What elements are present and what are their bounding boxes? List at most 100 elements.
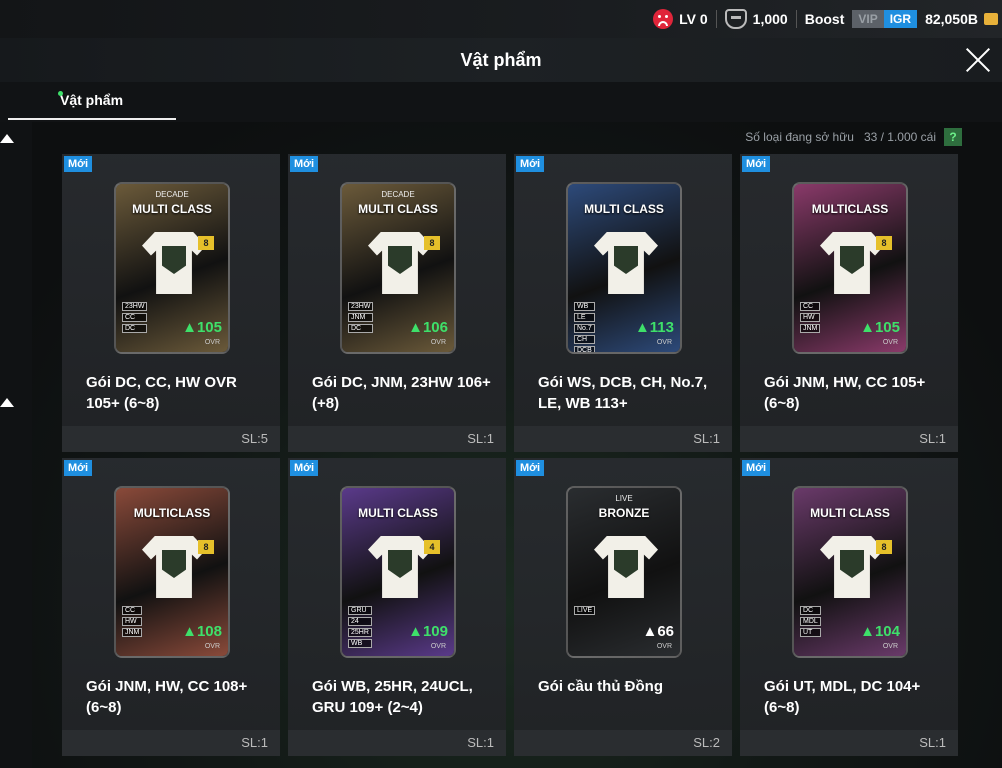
item-card[interactable]: Mới MULTI CLASS WBLENo.7CHDCBWS ▲113 OVR… xyxy=(514,154,732,452)
position-tags: LIVE xyxy=(574,606,596,615)
item-card[interactable]: Mới LIVE BRONZE LIVE ▲66 OVR Gói cầu thủ… xyxy=(514,458,732,756)
owned-count: Số loại đang sở hữu 33 / 1.000 cái xyxy=(745,130,936,144)
position-tag: JNM xyxy=(348,313,374,322)
item-quantity: SL:1 xyxy=(288,426,506,452)
item-card[interactable]: Mới MULTICLASS 8 CC HW JNM ▲108 OVR Gói JN… xyxy=(62,458,280,756)
position-tag: DC xyxy=(800,606,821,615)
new-badge: Mới xyxy=(290,156,319,172)
new-badge: Mới xyxy=(742,156,771,172)
pack-image: MULTICLASS 8 CC HW JNM ▲105 OVR xyxy=(792,182,908,354)
item-name: Gói JNM, HW, CC 105+ (6~8) xyxy=(764,374,926,412)
item-name: Gói cầu thủ Đồng xyxy=(538,678,663,695)
divider xyxy=(795,10,797,28)
pack-image: MULTI CLASS 8 DC MDL UT ▲104 OVR xyxy=(792,486,908,658)
position-tag: LIVE xyxy=(574,606,596,615)
item-card[interactable]: Mới DECADE MULTI CLASS 8 23HW CC DC ▲105 O… xyxy=(62,154,280,452)
position-tags: 23HW JNM DC xyxy=(348,302,374,333)
ovr-value: ▲106 xyxy=(408,319,448,336)
pack-label: MULTICLASS xyxy=(133,506,211,520)
currency1-amount: 1,000 xyxy=(752,11,788,27)
pack-subtitle: DECADE xyxy=(155,190,189,199)
item-name: Gói WS, DCB, CH, No.7, LE, WB 113+ xyxy=(538,374,708,412)
scroll-up-icon[interactable] xyxy=(0,134,14,143)
owned-label: Số loại đang sở hữu xyxy=(745,130,854,144)
position-tag: LE xyxy=(574,313,595,322)
pack-label: MULTI CLASS xyxy=(132,202,212,216)
ovr-label: OVR xyxy=(204,339,220,346)
position-tag: MDL xyxy=(800,617,821,626)
scroll-up-icon[interactable] xyxy=(0,398,14,407)
new-badge: Mới xyxy=(516,156,545,172)
item-quantity: SL:1 xyxy=(288,730,506,756)
position-tags: GRU 24 25HR WB xyxy=(348,606,372,648)
dialog-header: Vật phẩm xyxy=(0,38,1002,82)
position-tag: 24 xyxy=(348,617,372,626)
new-badge: Mới xyxy=(290,460,319,476)
mask-icon xyxy=(724,9,747,29)
vip-badge: VIP xyxy=(852,10,884,28)
item-card[interactable]: Mới MULTICLASS 8 CC HW JNM ▲105 OVR Gói JN… xyxy=(740,154,958,452)
position-tag: DC xyxy=(122,324,148,333)
grade-badge: 8 xyxy=(876,540,892,554)
boost-label[interactable]: Boost xyxy=(805,11,845,27)
ovr-label: OVR xyxy=(882,339,898,346)
igr-badge: IGR xyxy=(883,10,918,28)
position-tags: CC HW JNM xyxy=(122,606,143,637)
item-quantity: SL:2 xyxy=(514,730,732,756)
pack-image: MULTI CLASS 4 GRU 24 25HR WB ▲109 OVR xyxy=(340,486,456,658)
pack-subtitle: LIVE xyxy=(615,494,633,503)
item-name: Gói DC, JNM, 23HW 106+ (+8) xyxy=(312,374,491,412)
sad-face-icon xyxy=(653,9,674,29)
position-tag: CC xyxy=(122,606,143,615)
ovr-label: OVR xyxy=(430,643,446,650)
ovr-value: ▲105 xyxy=(182,319,222,336)
tab-items[interactable]: Vật phẩm xyxy=(8,82,176,120)
item-name: Gói JNM, HW, CC 108+ (6~8) xyxy=(86,678,248,716)
close-icon[interactable] xyxy=(962,44,994,76)
pack-image: DECADE MULTI CLASS 8 23HW CC DC ▲105 OVR xyxy=(114,182,230,354)
grade-badge: 8 xyxy=(198,540,214,554)
position-tag: CC xyxy=(800,302,821,311)
pack-subtitle: DECADE xyxy=(381,190,415,199)
position-tag: HW xyxy=(122,617,143,626)
ovr-value: ▲109 xyxy=(408,623,448,640)
ovr-label: OVR xyxy=(204,643,220,650)
item-quantity: SL:1 xyxy=(514,426,732,452)
ovr-value: ▲104 xyxy=(860,623,900,640)
pack-label: MULTI CLASS xyxy=(810,506,890,520)
currency2-amount: 82,050B xyxy=(925,11,978,27)
item-card[interactable]: Mới MULTI CLASS 4 GRU 24 25HR WB ▲109 OVR G… xyxy=(288,458,506,756)
new-badge: Mới xyxy=(516,460,545,476)
pack-label: MULTI CLASS xyxy=(584,202,664,216)
position-tag: DCB xyxy=(574,346,595,352)
pack-image: MULTICLASS 8 CC HW JNM ▲108 OVR xyxy=(114,486,230,658)
item-quantity: SL:1 xyxy=(740,730,958,756)
item-card[interactable]: Mới MULTI CLASS 8 DC MDL UT ▲104 OVR Gói U… xyxy=(740,458,958,756)
position-tags: DC MDL UT xyxy=(800,606,821,637)
grade-badge: 8 xyxy=(876,236,892,250)
position-tag: JNM xyxy=(800,324,821,333)
position-tags: 23HW CC DC xyxy=(122,302,148,333)
ovr-value: ▲66 xyxy=(642,623,674,640)
new-badge: Mới xyxy=(742,460,771,476)
item-quantity: SL:5 xyxy=(62,426,280,452)
item-name: Gói WB, 25HR, 24UCL, GRU 109+ (2~4) xyxy=(312,678,473,716)
ovr-label: OVR xyxy=(656,339,672,346)
level-text: LV 0 xyxy=(679,11,708,27)
position-tag: GRU xyxy=(348,606,372,615)
level-group: LV 0 xyxy=(653,9,708,29)
position-tag: JNM xyxy=(122,628,143,637)
position-tags: WBLENo.7CHDCBWS xyxy=(574,302,595,352)
position-tag: 23HW xyxy=(122,302,148,311)
ovr-label: OVR xyxy=(656,643,672,650)
position-tag: 23HW xyxy=(348,302,374,311)
grade-badge: 8 xyxy=(198,236,214,250)
position-tag: DC xyxy=(348,324,374,333)
tab-bar: Vật phẩm xyxy=(0,82,1002,122)
position-tag: HW xyxy=(800,313,821,322)
pack-image: MULTI CLASS WBLENo.7CHDCBWS ▲113 OVR xyxy=(566,182,682,354)
help-icon[interactable]: ? xyxy=(944,128,962,146)
divider xyxy=(715,10,717,28)
item-card[interactable]: Mới DECADE MULTI CLASS 8 23HW JNM DC ▲106 … xyxy=(288,154,506,452)
pack-label: BRONZE xyxy=(598,506,650,520)
